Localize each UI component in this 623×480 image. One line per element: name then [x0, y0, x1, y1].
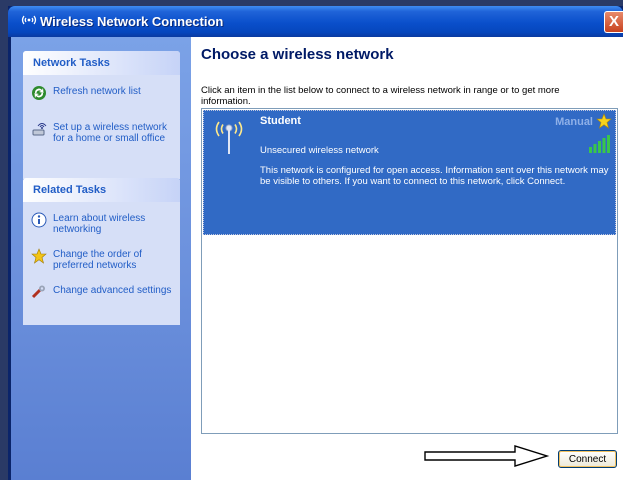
network-tasks-panel: Network Tasks Refresh network list Set u… [23, 51, 180, 179]
network-description: This network is configured for open acce… [260, 165, 609, 187]
client-area: Network Tasks Refresh network list Set u… [11, 37, 623, 480]
connect-button[interactable]: Connect [558, 450, 617, 468]
wireless-network-icon [212, 116, 246, 158]
network-security: Unsecured wireless network [260, 145, 379, 156]
window-title: Wireless Network Connection [40, 14, 224, 29]
network-name: Student [260, 115, 301, 127]
wireless-network-window: Wireless Network Connection X Network Ta… [8, 6, 623, 480]
wireless-icon [21, 13, 37, 27]
task-label: Refresh network list [53, 86, 141, 97]
related-tasks-panel: Related Tasks Learn about wireless netwo… [23, 178, 180, 325]
network-list[interactable]: Student Manual Unsecured wireless networ… [201, 108, 618, 434]
arrow-right-icon [423, 444, 553, 468]
setup-wireless-icon [31, 121, 47, 137]
main-content: Choose a wireless network Click an item … [191, 37, 623, 480]
star-icon [31, 248, 47, 264]
page-title: Choose a wireless network [201, 46, 394, 63]
network-mode: Manual [555, 116, 593, 128]
refresh-icon [31, 85, 47, 101]
signal-strength-icon [589, 135, 611, 153]
title-bar[interactable]: Wireless Network Connection X [8, 6, 623, 37]
info-icon [31, 212, 47, 228]
preferred-star-icon [596, 113, 612, 129]
network-item-student[interactable]: Student Manual Unsecured wireless networ… [203, 110, 616, 235]
instructions-text: Click an item in the list below to conne… [201, 85, 560, 107]
task-label: Learn about wireless networking [53, 213, 146, 235]
task-label: Change the order of preferred networks [53, 249, 142, 271]
task-label: Change advanced settings [53, 285, 172, 296]
task-label: Set up a wireless network for a home or … [53, 122, 167, 144]
sidebar: Network Tasks Refresh network list Set u… [11, 37, 191, 480]
related-tasks-title: Related Tasks [23, 178, 180, 202]
settings-icon [31, 284, 47, 300]
network-tasks-title: Network Tasks [23, 51, 180, 75]
close-button[interactable]: X [604, 11, 623, 33]
